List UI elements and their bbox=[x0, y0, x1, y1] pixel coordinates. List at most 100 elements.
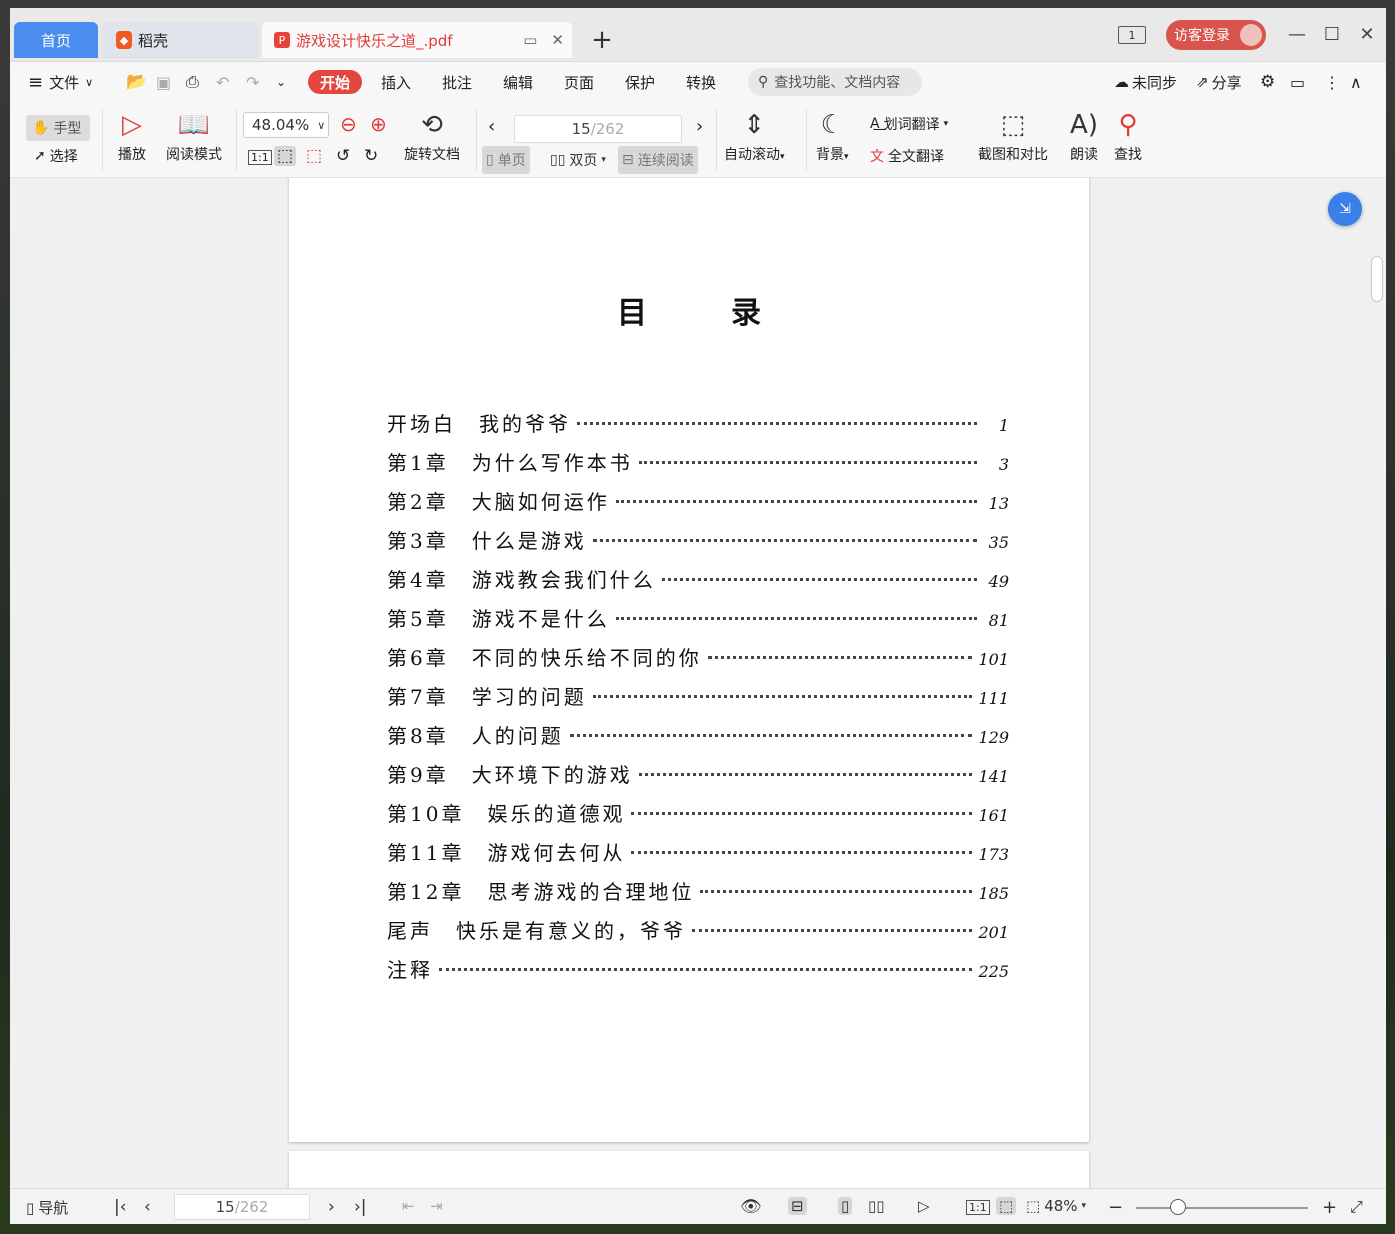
toc-row[interactable]: 开场白 我的爷爷 1 bbox=[387, 408, 1009, 447]
menu-insert[interactable]: 插入 bbox=[381, 70, 411, 94]
zoom-in-icon[interactable]: ⊕ bbox=[370, 112, 387, 136]
hand-tool-button[interactable]: ✋ 手型 bbox=[26, 115, 90, 141]
vertical-scrollbar[interactable] bbox=[1370, 178, 1384, 1188]
back-icon[interactable]: ⇤ bbox=[402, 1197, 415, 1215]
menu-edit[interactable]: 编辑 bbox=[503, 70, 533, 94]
pin-icon[interactable]: ▭ bbox=[523, 31, 537, 49]
zoom-select[interactable]: 48.04% ∨ bbox=[243, 112, 329, 138]
file-menu[interactable]: ≡ 文件 ∨ bbox=[28, 70, 93, 94]
tab-home[interactable]: 首页 bbox=[14, 22, 98, 58]
fit-page-icon[interactable]: ⬚ bbox=[996, 1197, 1017, 1215]
settings-icon[interactable]: ⚙ bbox=[1260, 70, 1275, 94]
word-translate-button[interactable]: A͟ 划词翻译 ▾ bbox=[870, 114, 948, 134]
close-tab-icon[interactable]: ✕ bbox=[551, 31, 564, 49]
double-page-button[interactable]: ▯▯ 双页 ▾ bbox=[546, 146, 610, 174]
menu-page[interactable]: 页面 bbox=[564, 70, 594, 94]
page-number-input[interactable]: 15/262 bbox=[514, 115, 682, 143]
close-window-button[interactable]: ✕ bbox=[1352, 22, 1382, 46]
zoom-menu[interactable]: ⬚ 48% ▾ bbox=[1026, 1197, 1086, 1215]
first-page-icon[interactable]: |‹ bbox=[114, 1197, 127, 1217]
auto-scroll-button[interactable]: ⇕ 自动滚动▾ bbox=[724, 110, 785, 164]
collapse-ribbon-icon[interactable]: ∧ bbox=[1350, 70, 1362, 94]
double-page-view-icon[interactable]: ▯▯ bbox=[868, 1197, 885, 1215]
play-icon[interactable]: ▷ bbox=[918, 1197, 930, 1215]
zoom-out-icon[interactable]: − bbox=[1108, 1197, 1123, 1218]
background-button[interactable]: ☾ 背景▾ bbox=[816, 110, 849, 164]
forward-icon[interactable]: ⇥ bbox=[430, 1197, 443, 1215]
toc-row[interactable]: 第5章 游戏不是什么 81 bbox=[387, 603, 1009, 642]
rotate-left-icon[interactable]: ↺ bbox=[336, 146, 350, 166]
tab-pdf[interactable]: P 游戏设计快乐之道_.pdf ▭ ✕ bbox=[262, 22, 572, 58]
share-button[interactable]: ⇗ 分享 bbox=[1196, 70, 1242, 94]
undo-icon[interactable]: ↶ bbox=[216, 70, 229, 94]
more-icon[interactable]: ⋮ bbox=[1324, 70, 1340, 94]
menu-annotate[interactable]: 批注 bbox=[442, 70, 472, 94]
menu-protect[interactable]: 保护 bbox=[625, 70, 655, 94]
single-page-button[interactable]: ▯ 单页 bbox=[482, 146, 530, 174]
maximize-button[interactable]: ☐ bbox=[1317, 22, 1347, 46]
zoom-slider-track[interactable] bbox=[1136, 1207, 1308, 1209]
comment-icon[interactable]: ▭ bbox=[1290, 70, 1305, 94]
print-icon[interactable]: ⎙ bbox=[186, 70, 199, 94]
toc-row[interactable]: 第7章 学习的问题 111 bbox=[387, 681, 1009, 720]
window-layout-icon[interactable]: 1 bbox=[1118, 26, 1146, 44]
zoom-in-icon[interactable]: + bbox=[1322, 1197, 1337, 1218]
select-tool-button[interactable]: ➚ 选择 bbox=[34, 146, 78, 166]
toc-row[interactable]: 第9章 大环境下的游戏 141 bbox=[387, 759, 1009, 798]
toc-row[interactable]: 第6章 不同的快乐给不同的你 101 bbox=[387, 642, 1009, 681]
menu-start[interactable]: 开始 bbox=[308, 70, 363, 94]
save-icon[interactable]: ▣ bbox=[156, 70, 171, 94]
next-page-icon[interactable]: › bbox=[696, 116, 703, 137]
toc-row[interactable]: 第4章 游戏教会我们什么 49 bbox=[387, 564, 1009, 603]
toc-row[interactable]: 第8章 人的问题 129 bbox=[387, 720, 1009, 759]
floating-tool-button[interactable]: ⇲ bbox=[1328, 192, 1362, 226]
full-translate-button[interactable]: 文 全文翻译 bbox=[870, 146, 944, 166]
toc-row[interactable]: 尾声 快乐是有意义的，爷爷 201 bbox=[387, 915, 1009, 954]
toc-row[interactable]: 注释 225 bbox=[387, 954, 1009, 993]
single-page-view-icon[interactable]: ▯ bbox=[838, 1197, 853, 1215]
sync-button[interactable]: ☁ 未同步 bbox=[1114, 70, 1177, 94]
toc-row[interactable]: 第3章 什么是游戏 35 bbox=[387, 525, 1009, 564]
rotate-right-icon[interactable]: ↻ bbox=[364, 146, 378, 166]
toc-row[interactable]: 第11章 游戏何去何从 173 bbox=[387, 837, 1009, 876]
tab-daoke[interactable]: ◆ 稻壳 bbox=[102, 22, 258, 58]
login-button[interactable]: 访客登录 bbox=[1166, 20, 1266, 50]
document-viewport[interactable]: 目录 开场白 我的爷爷 1 第1章 为什么写作本书 3 第2章 大脑如何运作 13 第3章 … bbox=[10, 178, 1370, 1188]
status-page-input[interactable]: 15/262 bbox=[174, 1194, 310, 1220]
fit-page-icon[interactable]: ⬚ bbox=[274, 146, 297, 166]
minimize-button[interactable]: — bbox=[1282, 22, 1312, 46]
fit-width-icon[interactable]: ⬚ bbox=[306, 146, 322, 166]
actual-size-icon[interactable]: 1:1 bbox=[248, 150, 272, 165]
read-aloud-button[interactable]: A) 朗读 bbox=[1070, 110, 1098, 164]
search-icon: ⚲ bbox=[758, 74, 769, 90]
zoom-slider-knob[interactable] bbox=[1170, 1199, 1186, 1215]
nav-button[interactable]: ▯ 导航 bbox=[26, 1197, 68, 1218]
quick-access-dropdown-icon[interactable]: ⌄ bbox=[276, 70, 286, 94]
fullscreen-icon[interactable]: ⤢ bbox=[1350, 1197, 1363, 1217]
rotate-document-button[interactable]: ⟲ 旋转文档 bbox=[404, 110, 460, 164]
toc-row[interactable]: 第2章 大脑如何运作 13 bbox=[387, 486, 1009, 525]
actual-size-icon[interactable]: 1:1 bbox=[966, 1200, 990, 1215]
eye-icon[interactable]: 👁 bbox=[740, 1197, 762, 1217]
toc-row[interactable]: 第1章 为什么写作本书 3 bbox=[387, 447, 1009, 486]
continuous-view-icon[interactable]: ⊟ bbox=[788, 1197, 807, 1215]
toc-row[interactable]: 第10章 娱乐的道德观 161 bbox=[387, 798, 1009, 837]
search-input[interactable]: ⚲ 查找功能、文档内容 bbox=[748, 68, 922, 96]
redo-icon[interactable]: ↷ bbox=[246, 70, 259, 94]
open-icon[interactable]: 📂 bbox=[126, 70, 147, 94]
continuous-read-button[interactable]: ⊟ 连续阅读 bbox=[618, 146, 698, 174]
prev-page-icon[interactable]: ‹ bbox=[488, 116, 495, 137]
play-button[interactable]: ▷ 播放 bbox=[118, 110, 146, 164]
tab-daoke-label: 稻壳 bbox=[138, 31, 169, 50]
last-page-icon[interactable]: ›| bbox=[354, 1197, 367, 1217]
new-tab-button[interactable]: + bbox=[588, 25, 616, 55]
read-mode-button[interactable]: 📖 阅读模式 bbox=[166, 110, 222, 164]
menu-convert[interactable]: 转换 bbox=[686, 70, 716, 94]
find-button[interactable]: ⚲ 查找 bbox=[1114, 110, 1142, 164]
next-page-icon[interactable]: › bbox=[328, 1197, 335, 1217]
screenshot-compare-button[interactable]: ⬚ 截图和对比 bbox=[978, 110, 1048, 164]
prev-page-icon[interactable]: ‹ bbox=[144, 1197, 151, 1217]
scrollbar-thumb[interactable] bbox=[1371, 256, 1383, 302]
zoom-out-icon[interactable]: ⊖ bbox=[340, 112, 357, 136]
toc-row[interactable]: 第12章 思考游戏的合理地位 185 bbox=[387, 876, 1009, 915]
